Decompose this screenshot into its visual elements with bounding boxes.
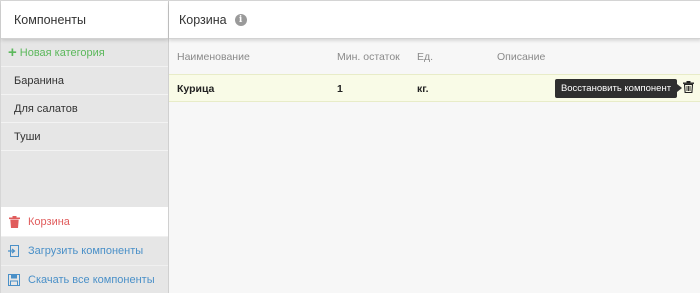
- category-item[interactable]: Для салатов: [1, 95, 168, 123]
- column-header-unit: Ед.: [417, 51, 434, 63]
- upload-label: Загрузить компоненты: [28, 245, 144, 257]
- column-header-min-stock: Мин. остаток: [337, 51, 400, 63]
- column-header-name: Наименование: [177, 51, 250, 63]
- trash-icon: [8, 215, 20, 228]
- category-item[interactable]: Баранина: [1, 67, 168, 95]
- app-window: Компоненты + Новая категория Баранина Дл…: [0, 0, 700, 293]
- restore-icon: [682, 80, 694, 96]
- category-item[interactable]: Туши: [1, 123, 168, 151]
- table-header: Наименование Мин. остаток Ед. Описание: [169, 51, 700, 65]
- page-header: Корзина i: [169, 1, 700, 39]
- save-icon: [8, 274, 20, 286]
- trash-label: Корзина: [28, 215, 70, 228]
- sidebar: Компоненты + Новая категория Баранина Дл…: [1, 1, 169, 293]
- page-title: Корзина: [179, 12, 227, 27]
- restore-tooltip: Восстановить компонент: [555, 79, 682, 98]
- column-header-description: Описание: [497, 51, 546, 63]
- main-panel: Корзина i Наименование Мин. остаток Ед. …: [169, 1, 700, 293]
- upload-components-button[interactable]: Загрузить компоненты: [1, 236, 168, 265]
- restore-component-button[interactable]: [682, 80, 694, 96]
- download-label: Скачать все компоненты: [28, 274, 155, 286]
- add-category-label: Новая категория: [19, 46, 105, 59]
- cell-min-stock: 1: [337, 83, 343, 95]
- info-icon[interactable]: i: [234, 13, 247, 26]
- cell-name: Курица: [177, 83, 215, 95]
- upload-icon: [8, 245, 20, 257]
- add-category-button[interactable]: + Новая категория: [1, 39, 168, 67]
- sidebar-title: Компоненты: [1, 1, 168, 39]
- plus-icon: +: [8, 44, 17, 61]
- sidebar-actions: Корзина Загрузить компоненты Скачать все…: [1, 207, 168, 293]
- trash-button[interactable]: Корзина: [1, 207, 168, 236]
- cell-unit: кг.: [417, 83, 429, 95]
- download-components-button[interactable]: Скачать все компоненты: [1, 265, 168, 293]
